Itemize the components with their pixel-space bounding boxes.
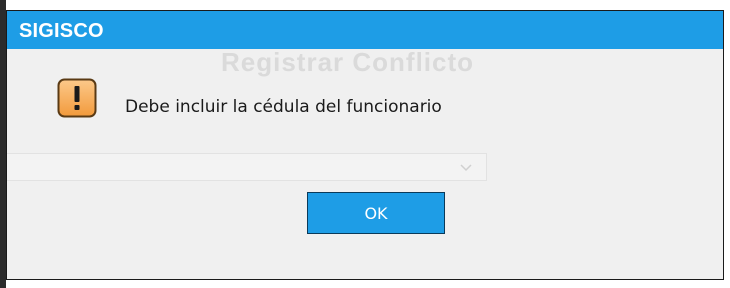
dialog-title: SIGISCO [19,20,104,42]
warning-icon [57,78,97,118]
background-dropdown [7,153,487,181]
dialog-titlebar[interactable]: SIGISCO [7,11,723,49]
dialog-message: Debe incluir la cédula del funcionario [125,97,442,117]
chevron-down-icon [460,164,472,172]
background-heading: Registrar Conflicto [221,47,475,77]
ok-button[interactable]: OK [307,192,445,234]
screen: SIGISCO Registrar Conflicto Debe incluir… [0,0,730,288]
background-window-top [0,0,730,10]
message-dialog: SIGISCO Registrar Conflicto Debe incluir… [6,10,724,280]
dialog-content: Registrar Conflicto Debe incluir la cédu… [7,47,723,279]
